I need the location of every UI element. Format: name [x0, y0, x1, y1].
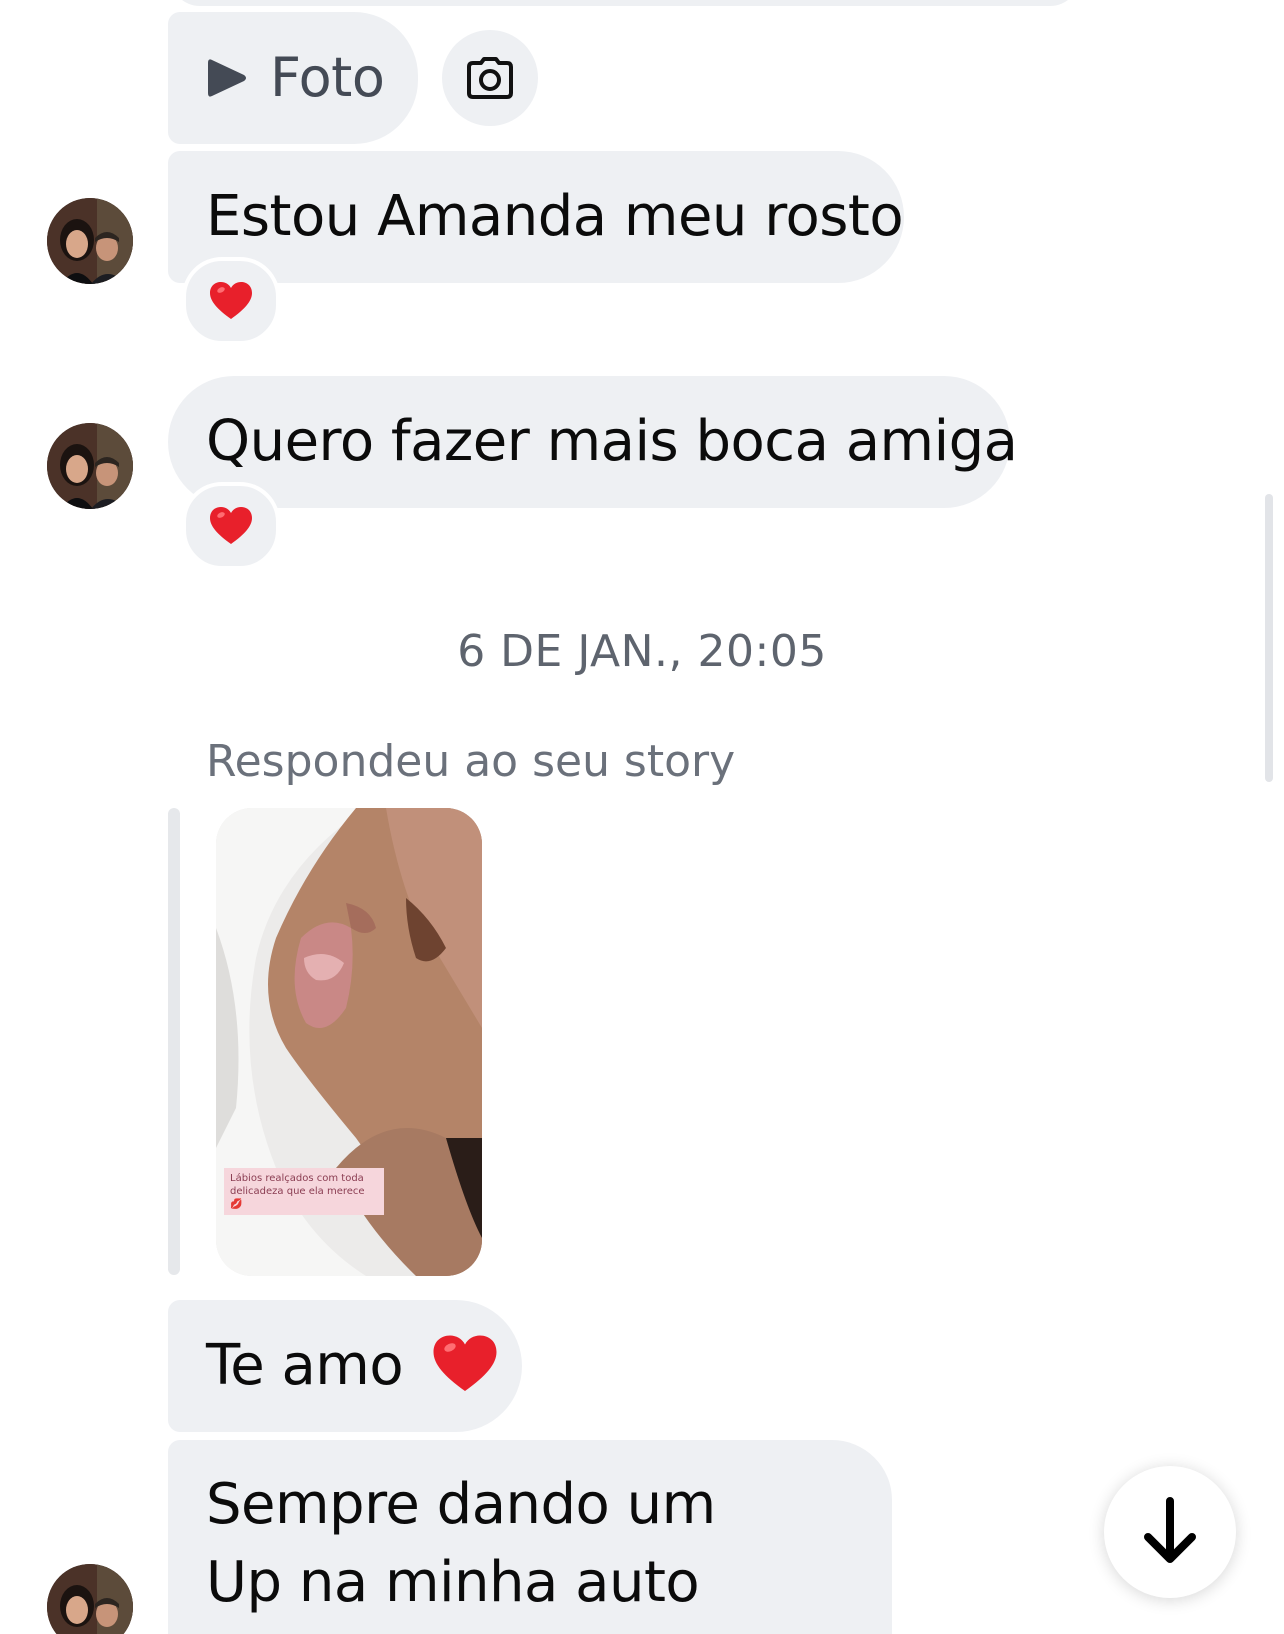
- scroll-to-bottom-button[interactable]: [1104, 1466, 1236, 1598]
- sender-avatar[interactable]: [47, 423, 133, 509]
- heart-icon: [433, 1335, 497, 1391]
- story-reply-indicator: [168, 808, 180, 1275]
- message-text: Te amo: [206, 1333, 404, 1398]
- story-reply-label: Respondeu ao seu story: [206, 736, 736, 787]
- message-text-line: Sempre dando um: [206, 1472, 716, 1537]
- photo-label: Foto: [270, 46, 385, 109]
- message-bubble[interactable]: Sempre dando um Up na minha auto estima: [168, 1440, 892, 1634]
- message-bubble[interactable]: Te amo: [168, 1300, 522, 1432]
- sender-avatar[interactable]: [47, 1564, 133, 1634]
- message-reaction[interactable]: [182, 257, 280, 345]
- message-text: Estou Amanda meu rosto: [206, 184, 904, 249]
- sender-avatar[interactable]: [47, 198, 133, 284]
- message-text: Quero fazer mais boca amiga: [206, 409, 1018, 474]
- arrow-down-icon: [1144, 1497, 1196, 1563]
- camera-button[interactable]: [442, 30, 538, 126]
- story-thumbnail[interactable]: Lábios realçados com toda delicadeza que…: [216, 808, 482, 1276]
- message-reaction[interactable]: [182, 482, 280, 570]
- message-text-line: Up na minha auto estima: [206, 1550, 700, 1634]
- scrollbar[interactable]: [1265, 494, 1273, 782]
- chat-screen: Foto Estou Amanda meu rosto Quero fazer …: [0, 0, 1284, 1634]
- message-bubble[interactable]: Estou Amanda meu rosto: [168, 151, 904, 283]
- story-caption: Lábios realçados com toda delicadeza que…: [224, 1168, 384, 1215]
- date-separator: 6 DE JAN., 20:05: [457, 626, 827, 677]
- heart-icon: [210, 507, 252, 544]
- message-bubble[interactable]: Quero fazer mais boca amiga: [168, 376, 1018, 508]
- play-icon: [208, 59, 246, 97]
- camera-icon: [467, 57, 513, 99]
- heart-icon: [210, 282, 252, 319]
- photo-message[interactable]: Foto: [168, 12, 418, 144]
- previous-message-bubble[interactable]: [170, 0, 1080, 6]
